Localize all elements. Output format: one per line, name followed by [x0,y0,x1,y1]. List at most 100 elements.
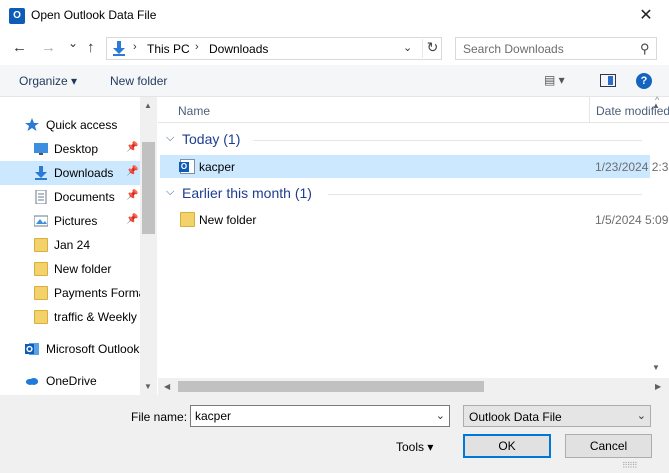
crumb-this-pc[interactable]: This PC [147,42,190,56]
breadcrumb[interactable]: › This PC › Downloads ⌄ ↻ [106,37,442,60]
new-folder-button[interactable]: New folder [110,74,167,88]
file-name-combobox[interactable]: ⌄ [190,405,450,427]
pictures-icon [34,215,48,227]
file-list: ^ Name Date modified ⌵ Today (1) kacper … [158,95,669,395]
crumb-downloads[interactable]: Downloads [209,42,268,56]
nav-item-label: Quick access [46,118,118,132]
close-button[interactable]: ✕ [626,3,666,29]
file-name: kacper [199,160,236,174]
folder-icon [34,262,48,276]
outlook-icon [25,343,39,355]
recent-locations-button[interactable]: ⌄ [68,36,78,50]
cancel-button[interactable]: Cancel [565,434,652,458]
desktop-icon [34,143,48,155]
change-view-button[interactable]: ▤ ▾ [544,73,565,87]
scroll-down-arrow-icon[interactable]: ▼ [652,363,660,372]
nav-item-label: Microsoft Outlook [46,342,140,356]
dialog-footer: File name: ⌄ Outlook Data File ⌄ Tools ▾… [0,395,669,473]
pin-icon: 📌 [126,142,139,153]
address-dropdown-icon[interactable]: ⌄ [403,41,412,54]
column-divider[interactable] [589,97,590,123]
nav-item-label: New folder [54,262,112,276]
organize-button[interactable]: Organize ▾ [19,74,77,88]
file-row-kacper[interactable]: kacper 1/23/2024 2:37 [160,155,669,178]
tools-dropdown-icon: ▾ [427,440,434,454]
resize-grip-icon[interactable]: ⠿⠿⠿ [622,461,638,470]
pst-file-icon [179,159,195,174]
scroll-left-arrow-icon[interactable]: ◀ [164,382,170,391]
group-header-earlier-this-month[interactable]: ⌵ Earlier this month (1) [158,183,650,205]
file-name: New folder [199,213,257,227]
crumb-separator: › [133,41,137,53]
nav-item-documents[interactable]: Documents 📌 [0,185,140,209]
command-bar: Organize ▾ New folder ▤ ▾ ? [0,65,669,97]
scroll-right-arrow-icon[interactable]: ▶ [655,382,661,391]
file-date: 1/5/2024 5:09 [595,213,669,227]
nav-scrollbar[interactable]: ▲ ▼ [140,97,157,395]
horizontal-scrollbar[interactable]: ◀ ▶ [158,378,669,395]
nav-item-desktop[interactable]: Desktop 📌 [0,137,140,161]
chevron-down-icon[interactable]: ⌵ [166,186,174,199]
window-title: Open Outlook Data File [31,8,157,22]
chevron-down-icon[interactable]: ⌄ [436,409,445,422]
back-button[interactable]: ← [12,39,27,56]
search-box[interactable]: ⚲ [455,37,657,60]
address-bar: ← → ⌄ ↑ › This PC › Downloads ⌄ ↻ ⚲ [0,31,669,65]
download-icon [113,41,125,56]
file-date: 1/23/2024 2:37 [595,160,669,174]
nav-item-label: Payments Forma [54,286,140,300]
folder-icon [34,238,48,252]
crumb-separator: › [195,41,199,53]
file-name-input[interactable] [191,406,427,426]
file-row-new-folder[interactable]: New folder 1/5/2024 5:09 [160,208,668,231]
folder-icon [34,310,48,324]
nav-item-label: OneDrive [46,374,97,388]
tools-button[interactable]: Tools ▾ [396,440,433,454]
group-divider [328,194,642,195]
folder-icon [180,212,195,227]
title-bar: O Open Outlook Data File ✕ [0,0,669,31]
nav-item-onedrive[interactable]: OneDrive [0,369,140,393]
nav-item-downloads[interactable]: Downloads 📌 [0,161,140,185]
scroll-down-arrow-icon[interactable]: ▼ [144,382,152,391]
file-type-select[interactable]: Outlook Data File ⌄ [463,405,651,427]
tools-label: Tools [396,440,425,454]
file-type-value: Outlook Data File [469,410,562,424]
group-divider [253,140,642,141]
folder-icon [34,286,48,300]
pin-icon: 📌 [126,190,139,201]
group-label: Earlier this month (1) [182,185,312,201]
ok-button[interactable]: OK [463,434,551,458]
group-label: Today (1) [182,131,241,147]
nav-item-label: traffic & Weekly [54,310,137,324]
search-input[interactable] [456,38,636,59]
nav-item-new-folder[interactable]: New folder [0,257,140,281]
refresh-button[interactable]: ↻ [422,39,442,58]
documents-icon [35,190,47,204]
nav-item-label: Jan 24 [54,238,91,252]
search-icon[interactable]: ⚲ [640,41,650,57]
scroll-up-arrow-icon[interactable]: ▲ [652,101,660,110]
onedrive-icon [25,377,39,385]
download-icon [35,166,47,180]
nav-item-traffic-weekly[interactable]: traffic & Weekly [0,305,140,329]
nav-item-microsoft-outlook[interactable]: Microsoft Outlook [0,337,140,361]
forward-button[interactable]: → [41,39,56,56]
chevron-down-icon[interactable]: ⌄ [637,409,646,422]
scroll-up-arrow-icon[interactable]: ▲ [144,101,152,110]
nav-item-jan-24[interactable]: Jan 24 [0,233,140,257]
nav-item-quick-access[interactable]: Quick access [0,113,140,137]
nav-item-payments-forma[interactable]: Payments Forma [0,281,140,305]
preview-pane-button[interactable] [600,74,616,87]
pin-icon: 📌 [126,214,139,225]
group-header-today[interactable]: ⌵ Today (1) [158,129,650,151]
help-button[interactable]: ? [636,73,652,89]
column-name[interactable]: Name [178,104,210,118]
up-button[interactable]: ↑ [87,39,95,56]
pin-icon: 📌 [126,166,139,177]
nav-scroll-thumb[interactable] [142,142,155,234]
chevron-down-icon[interactable]: ⌵ [166,132,174,145]
horizontal-scroll-thumb[interactable] [178,381,484,392]
file-name-label: File name: [131,410,188,424]
nav-item-pictures[interactable]: Pictures 📌 [0,209,140,233]
